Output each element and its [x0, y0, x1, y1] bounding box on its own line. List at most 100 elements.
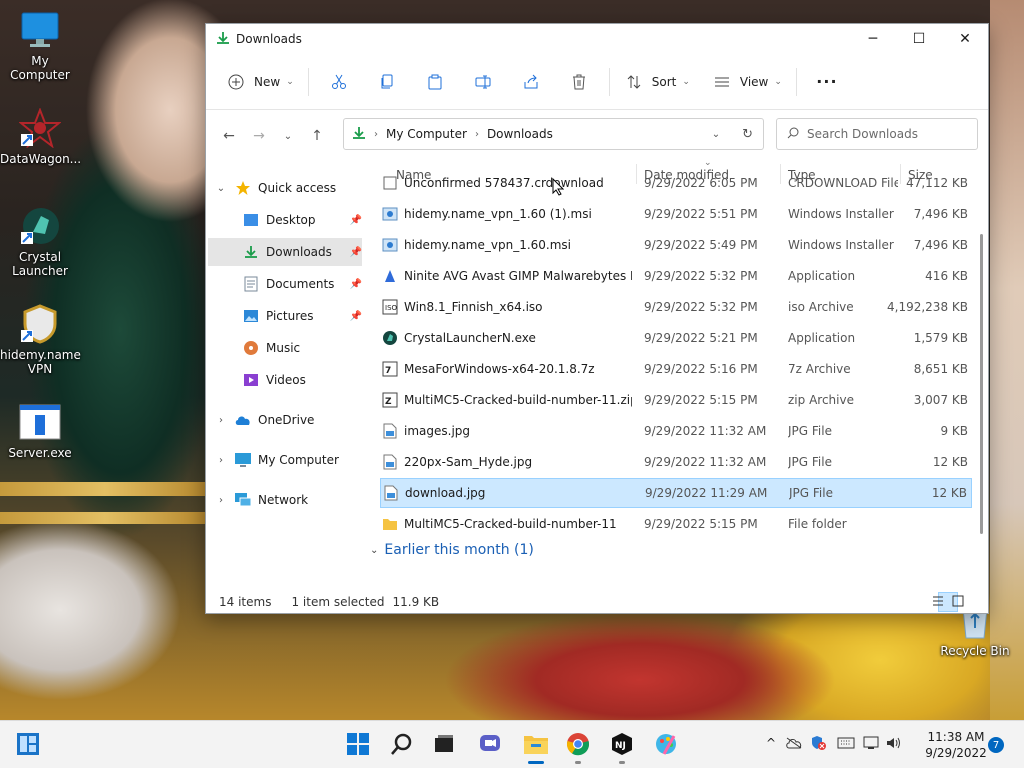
- sidebar-item-network[interactable]: › Network: [214, 486, 364, 514]
- taskbar-paint[interactable]: [650, 729, 682, 761]
- new-button[interactable]: New ⌄: [218, 66, 302, 98]
- table-row-selected[interactable]: download.jpg 9/29/2022 11:29 AM JPG File…: [380, 478, 972, 508]
- tiles-view-button[interactable]: [952, 592, 978, 612]
- window-title: Downloads: [236, 32, 302, 46]
- more-options-button[interactable]: ···: [803, 66, 851, 98]
- copy-button[interactable]: [363, 66, 411, 98]
- security-alert-icon[interactable]: [806, 735, 832, 751]
- onedrive-offline-icon[interactable]: [782, 737, 806, 749]
- table-row[interactable]: MultiMC5-Cracked-build-number-11 9/29/20…: [380, 509, 972, 539]
- table-row[interactable]: hidemy.name_vpn_1.60 (1).msi 9/29/2022 5…: [380, 199, 972, 229]
- desktop-icon-server-exe[interactable]: Server.exe: [0, 402, 80, 460]
- widgets-button[interactable]: [12, 729, 44, 761]
- table-row[interactable]: ISO Win8.1_Finnish_x64.iso 9/29/2022 5:32…: [380, 292, 972, 322]
- cut-button[interactable]: [315, 66, 363, 98]
- search-box[interactable]: [776, 118, 978, 150]
- sidebar-item-videos[interactable]: Videos: [242, 366, 362, 394]
- paste-button[interactable]: [411, 66, 459, 98]
- application-icon: [18, 402, 62, 442]
- close-button[interactable]: ✕: [942, 24, 988, 54]
- desktop-icon-hidemy-vpn[interactable]: hidemy.name VPN: [0, 304, 81, 376]
- forward-button[interactable]: →: [244, 121, 274, 151]
- sidebar-item-music[interactable]: Music: [242, 334, 362, 362]
- sidebar-item-label: OneDrive: [258, 413, 315, 427]
- sidebar-item-desktop[interactable]: Desktop 📌: [242, 206, 362, 234]
- back-button[interactable]: ←: [214, 121, 244, 151]
- share-button[interactable]: [507, 66, 555, 98]
- sidebar-item-documents[interactable]: Documents 📌: [242, 270, 362, 298]
- desktop-icon-my-computer[interactable]: My Computer: [0, 10, 80, 82]
- notification-badge[interactable]: 7: [988, 737, 1004, 753]
- address-history-dropdown[interactable]: ⌄: [712, 129, 720, 140]
- checkbox-icon[interactable]: [382, 175, 398, 191]
- desktop-icon-label: My Computer: [10, 54, 70, 82]
- search-taskbar-button[interactable]: [386, 729, 418, 761]
- table-row[interactable]: CrystalLauncherN.exe 9/29/2022 5:21 PM A…: [380, 323, 972, 353]
- network-status-icon[interactable]: [860, 736, 884, 750]
- chat-button[interactable]: [474, 729, 506, 761]
- chevron-right-icon: ›: [474, 128, 479, 140]
- address-bar[interactable]: › My Computer › Downloads ⌄ ↻: [343, 118, 764, 150]
- document-icon: [242, 275, 260, 293]
- search-icon: [787, 127, 799, 142]
- minimize-button[interactable]: ─: [850, 24, 896, 54]
- table-row[interactable]: Unconfirmed 578437.crdownload 9/29/2022 …: [380, 168, 972, 198]
- table-row[interactable]: hidemy.name_vpn_1.60.msi 9/29/2022 5:49 …: [380, 230, 972, 260]
- delete-button[interactable]: [555, 66, 603, 98]
- table-row[interactable]: 220px-Sam_Hyde.jpg 9/29/2022 11:32 AM JP…: [380, 447, 972, 477]
- title-bar[interactable]: Downloads ─ ☐ ✕: [206, 24, 988, 54]
- file-type: Application: [788, 331, 856, 345]
- system-clock[interactable]: 11:38 AM 9/29/2022: [916, 729, 996, 761]
- search-icon: [390, 732, 414, 759]
- sort-button[interactable]: Sort ⌄: [616, 66, 698, 98]
- table-row[interactable]: Ninite AVG Avast GIMP Malwarebytes Pai..…: [380, 261, 972, 291]
- file-type: Application: [788, 269, 856, 283]
- new-label: New: [254, 74, 281, 89]
- ninite-app-icon: [382, 268, 398, 284]
- sidebar-item-pictures[interactable]: Pictures 📌: [242, 302, 362, 330]
- rename-button[interactable]: [459, 66, 507, 98]
- sidebar-item-quick-access[interactable]: ⌄ Quick access: [214, 174, 364, 202]
- cloud-icon: [234, 411, 252, 429]
- view-button[interactable]: View ⌄: [704, 66, 790, 98]
- taskbar-app-nj[interactable]: NJ: [606, 729, 638, 764]
- chevron-right-icon: ›: [219, 494, 223, 506]
- refresh-button[interactable]: ↻: [742, 127, 753, 142]
- copy-icon: [377, 72, 397, 92]
- selection-size: 11.9 KB: [392, 595, 440, 609]
- table-row[interactable]: Z MultiMC5-Cracked-build-number-11.zip 9/…: [380, 385, 972, 415]
- taskbar-chrome[interactable]: [562, 729, 594, 764]
- maximize-button[interactable]: ☐: [896, 24, 942, 54]
- start-button[interactable]: [342, 729, 374, 761]
- sidebar-item-downloads[interactable]: Downloads 📌: [208, 238, 362, 266]
- image-file-icon: [382, 423, 398, 439]
- file-explorer-window: Downloads ─ ☐ ✕ New ⌄ Sort ⌄ View ⌄ ··· …: [205, 23, 989, 614]
- table-row[interactable]: 7 MesaForWindows-x64-20.1.8.7z 9/29/2022 …: [380, 354, 972, 384]
- task-view-button[interactable]: [428, 729, 460, 761]
- volume-icon[interactable]: [884, 736, 904, 750]
- file-name: Ninite AVG Avast GIMP Malwarebytes Pai..…: [404, 269, 632, 283]
- table-row[interactable]: images.jpg 9/29/2022 11:32 AM JPG File 9…: [380, 416, 972, 446]
- up-button[interactable]: ↑: [302, 121, 332, 151]
- group-header-earlier-this-month[interactable]: ⌄ Earlier this month (1): [370, 542, 534, 558]
- chat-icon: [478, 732, 502, 759]
- breadcrumb-downloads[interactable]: Downloads: [487, 127, 553, 141]
- downloads-icon: [242, 243, 260, 261]
- sidebar-item-onedrive[interactable]: › OneDrive: [214, 406, 364, 434]
- desktop-icon-datawagon[interactable]: DataWagon...: [0, 108, 81, 166]
- taskbar-file-explorer[interactable]: [520, 729, 552, 764]
- file-type: File folder: [788, 517, 847, 531]
- pin-icon: 📌: [349, 278, 362, 290]
- pin-icon: 📌: [349, 246, 362, 258]
- sidebar-item-my-computer[interactable]: › My Computer: [214, 446, 364, 474]
- breadcrumb-my-computer[interactable]: My Computer: [386, 127, 467, 141]
- chevron-up-icon[interactable]: ^: [760, 736, 782, 750]
- chevron-down-icon: ⌄: [286, 76, 294, 87]
- vertical-scrollbar[interactable]: [980, 234, 983, 534]
- file-name: Unconfirmed 578437.crdownload: [404, 176, 604, 190]
- keyboard-icon[interactable]: [832, 737, 860, 749]
- desktop-icon-crystal-launcher[interactable]: Crystal Launcher: [0, 206, 80, 278]
- sidebar-item-label: Music: [266, 341, 301, 355]
- search-input[interactable]: [807, 127, 967, 141]
- recent-locations-button[interactable]: ⌄: [274, 121, 302, 151]
